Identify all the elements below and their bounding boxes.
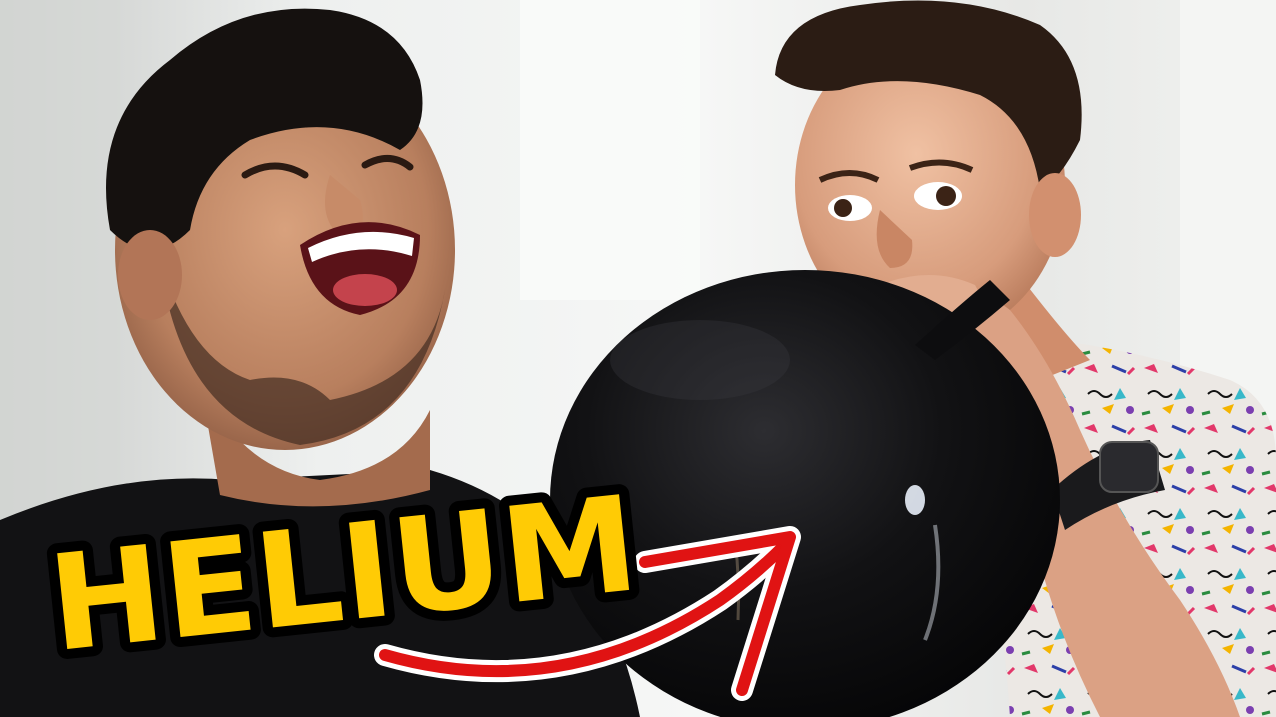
thumbnail-scene: [0, 0, 1276, 717]
video-thumbnail: HELIUM HELIUM: [0, 0, 1276, 717]
